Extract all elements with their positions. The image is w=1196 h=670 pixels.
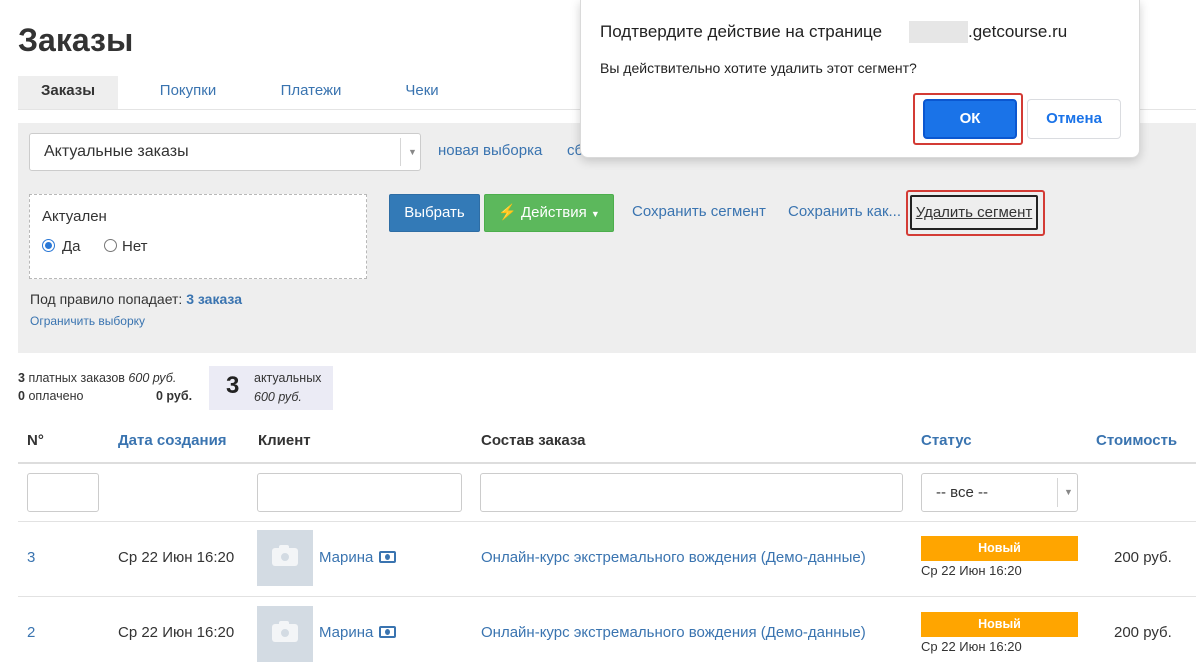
actual-sum: 600 руб.	[254, 390, 302, 404]
actions-button-label: Действия	[521, 204, 587, 221]
filter-number-input[interactable]	[27, 473, 99, 512]
money-icon	[379, 626, 396, 638]
avatar[interactable]	[257, 606, 313, 662]
segment-select[interactable]: Актуальные заказы ▼	[29, 133, 421, 171]
radio-yes[interactable]	[42, 239, 55, 252]
rule-summary: Под правило попадает: 3 заказа	[30, 291, 242, 307]
client-link[interactable]: Марина	[319, 549, 373, 566]
save-segment-link[interactable]: Сохранить сегмент	[632, 203, 766, 220]
status-select-divider	[1057, 478, 1058, 507]
dialog-domain: .getcourse.ru	[968, 22, 1068, 41]
chevron-down-icon: ▼	[408, 147, 417, 157]
paid-sum: 600 руб.	[128, 371, 177, 385]
row-divider	[18, 521, 1196, 522]
order-item-link[interactable]: Онлайн-курс экстремального вождения (Дем…	[481, 549, 866, 566]
segment-condition-box: Актуален Да Нет	[29, 194, 367, 279]
confirm-dialog: Подтвердите действие на странице .getcou…	[580, 0, 1140, 158]
col-header-number: N°	[27, 432, 44, 449]
paid-label: платных заказов	[28, 371, 125, 385]
tab-receipts[interactable]: Чеки	[390, 76, 454, 109]
cancel-button[interactable]: Отмена	[1027, 99, 1121, 139]
status-badge: Новый	[921, 612, 1078, 637]
radio-no[interactable]	[104, 239, 117, 252]
caret-down-icon: ▼	[590, 209, 600, 219]
segment-condition-title: Актуален	[42, 208, 107, 225]
paid-orders-stat: 3 платных заказов 600 руб.	[18, 371, 176, 385]
col-header-status[interactable]: Статус	[921, 432, 972, 449]
actual-count: 3	[226, 372, 240, 399]
payed-stat: 0 оплачено	[18, 389, 83, 403]
page-title: Заказы	[18, 22, 134, 58]
order-cost: 200 руб.	[1114, 624, 1172, 641]
actual-label: актуальных	[254, 371, 322, 385]
radio-yes-label[interactable]: Да	[62, 238, 81, 255]
order-cost: 200 руб.	[1114, 549, 1172, 566]
payed-count: 0	[18, 389, 25, 403]
chevron-down-icon: ▼	[1064, 487, 1073, 497]
col-header-cost[interactable]: Стоимость	[1096, 432, 1177, 449]
tab-purchases[interactable]: Покупки	[143, 76, 233, 109]
filter-order-input[interactable]	[480, 473, 903, 512]
paid-count: 3	[18, 371, 25, 385]
order-id-link[interactable]: 3	[27, 549, 35, 566]
order-date: Ср 22 Июн 16:20	[118, 549, 235, 566]
select-button[interactable]: Выбрать	[389, 194, 480, 232]
col-header-order: Состав заказа	[481, 432, 586, 449]
rule-count-link[interactable]: 3 заказа	[186, 291, 242, 307]
payed-label: оплачено	[28, 389, 84, 403]
lightning-icon: ⚡	[498, 204, 517, 221]
status-date: Ср 22 Июн 16:20	[921, 563, 1022, 578]
status-date: Ср 22 Июн 16:20	[921, 639, 1022, 654]
tab-orders[interactable]: Заказы	[18, 76, 118, 109]
segment-select-value: Актуальные заказы	[44, 143, 189, 160]
status-filter-value: -- все --	[936, 484, 988, 501]
limit-selection-link[interactable]: Ограничить выборку	[30, 314, 145, 328]
money-icon	[379, 551, 396, 563]
col-header-created[interactable]: Дата создания	[118, 432, 227, 449]
status-badge: Новый	[921, 536, 1078, 561]
filter-client-input[interactable]	[257, 473, 462, 512]
payed-sum: 0 руб.	[156, 389, 193, 403]
ok-button[interactable]: ОК	[923, 99, 1017, 139]
row-divider	[18, 596, 1196, 597]
tab-payments[interactable]: Платежи	[266, 76, 356, 109]
new-selection-link[interactable]: новая выборка	[438, 142, 542, 159]
col-header-client: Клиент	[258, 432, 311, 449]
client-link[interactable]: Марина	[319, 624, 373, 641]
redacted-subdomain	[909, 21, 968, 43]
table-header-divider	[18, 462, 1196, 464]
delete-segment-button[interactable]: Удалить сегмент	[910, 195, 1038, 230]
rule-prefix: Под правило попадает:	[30, 291, 183, 307]
dialog-title: Подтвердите действие на странице	[600, 22, 883, 41]
order-item-link[interactable]: Онлайн-курс экстремального вождения (Дем…	[481, 624, 866, 641]
status-filter-select[interactable]: -- все -- ▼	[921, 473, 1078, 512]
actual-orders-box[interactable]: 3 актуальных 600 руб.	[209, 366, 333, 410]
order-id-link[interactable]: 2	[27, 624, 35, 641]
select-divider	[400, 138, 401, 166]
avatar[interactable]	[257, 530, 313, 586]
actions-button[interactable]: ⚡ Действия ▼	[484, 194, 614, 232]
order-date: Ср 22 Июн 16:20	[118, 624, 235, 641]
dialog-message: Вы действительно хотите удалить этот сег…	[600, 60, 917, 76]
radio-no-label[interactable]: Нет	[122, 238, 148, 255]
save-as-link[interactable]: Сохранить как...	[788, 203, 901, 220]
